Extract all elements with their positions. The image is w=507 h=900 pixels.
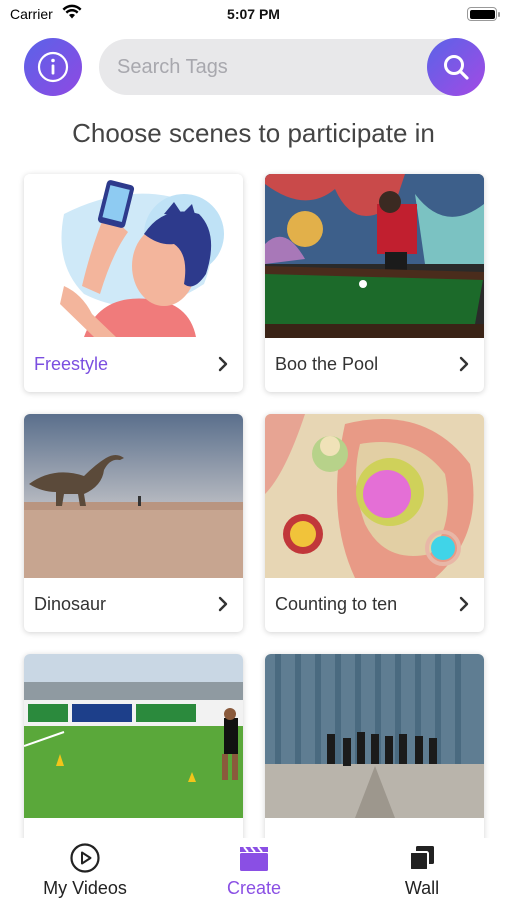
chevron-right-icon <box>459 356 469 372</box>
dinosaur-photo <box>24 414 243 578</box>
info-button[interactable] <box>24 38 82 96</box>
tab-label: My Videos <box>43 878 127 898</box>
page-title: Choose scenes to participate in <box>72 118 435 148</box>
tab-bar: My Videos Create Wall <box>0 838 507 900</box>
tab-my-videos[interactable]: My Videos <box>20 842 150 899</box>
scene-card-boo-the-pool[interactable]: Boo the Pool <box>265 174 484 392</box>
play-circle-icon <box>70 843 100 873</box>
status-bar: Carrier 5:07 PM <box>0 0 507 30</box>
clapperboard-icon <box>240 846 268 871</box>
selfie-illustration <box>24 174 243 338</box>
search-input[interactable] <box>117 39 417 95</box>
chevron-right-icon <box>459 596 469 612</box>
dancers-photo <box>265 654 484 818</box>
info-icon <box>37 51 69 83</box>
clock: 5:07 PM <box>227 6 280 22</box>
search-bar <box>99 38 485 96</box>
scene-label: Counting to ten <box>275 594 398 614</box>
chevron-right-icon <box>218 356 228 372</box>
counting-scene-illustration <box>265 414 484 578</box>
scene-card-counting-to-ten[interactable]: Counting to ten <box>265 414 484 632</box>
battery-icon <box>467 7 500 21</box>
scene-label: Dinosaur <box>34 594 107 614</box>
chevron-right-icon <box>218 596 228 612</box>
scene-card-dinosaur[interactable]: Dinosaur <box>24 414 243 632</box>
scene-label: Boo the Pool <box>275 354 379 374</box>
tab-label: Create <box>226 878 282 898</box>
scene-card-freestyle[interactable]: Freestyle <box>24 174 243 392</box>
football-field-photo <box>24 654 243 818</box>
stacked-squares-icon <box>409 846 434 871</box>
tab-wall[interactable]: Wall <box>357 842 487 899</box>
search-icon <box>444 55 469 80</box>
tab-label: Wall <box>404 878 440 898</box>
scene-label: Freestyle <box>34 354 109 374</box>
search-button[interactable] <box>427 38 485 96</box>
pool-table-photo <box>265 174 484 338</box>
tab-create[interactable]: Create <box>189 842 319 899</box>
